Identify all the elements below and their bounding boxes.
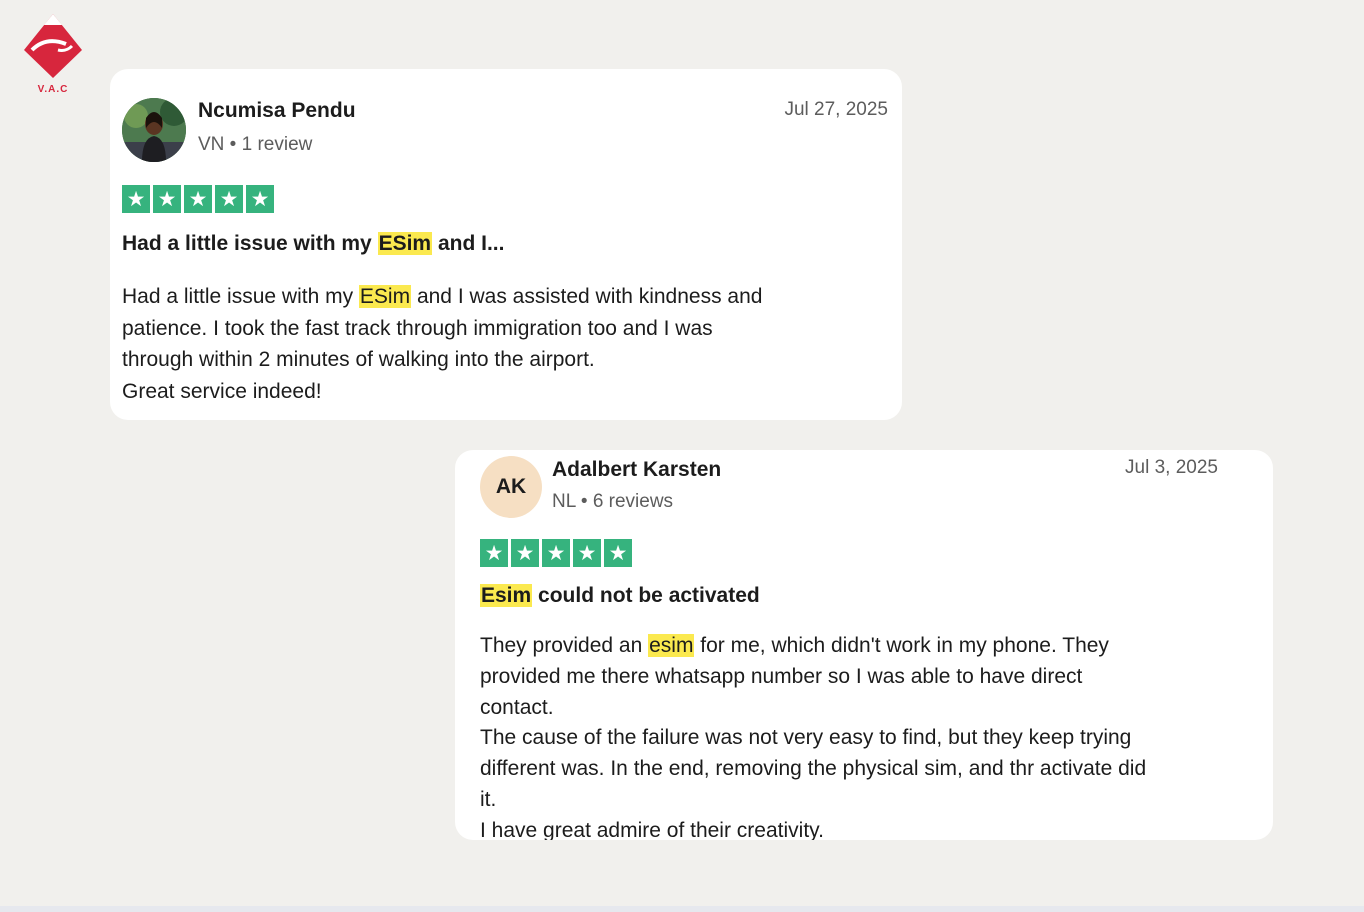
reviewer-country: VN — [198, 134, 225, 155]
title-text: and I... — [432, 232, 505, 255]
body-line: different was. In the end, removing the … — [480, 757, 1147, 781]
review-count: 6 reviews — [592, 491, 674, 512]
body-line: Had a little issue with my ESim and I wa… — [122, 281, 882, 313]
star-icon: ★ — [215, 185, 243, 213]
body-line: Great service indeed! — [122, 379, 322, 403]
star-icon: ★ — [184, 185, 212, 213]
avatar[interactable] — [122, 98, 186, 162]
star-icon: ★ — [153, 185, 181, 213]
star-icon: ★ — [246, 185, 274, 213]
keyword-highlight: ESim — [377, 232, 433, 255]
body-line: contact. — [480, 695, 554, 719]
body-line: it. — [480, 787, 497, 811]
body-text: for me, which didn't work in my phone. T… — [694, 634, 1109, 657]
reviewer-name[interactable]: Ncumisa Pendu — [198, 99, 356, 123]
reviewer-meta: VN • 1 review — [198, 134, 313, 155]
review-card: AK Adalbert Karsten NL • 6 reviews Jul 3… — [455, 450, 1273, 840]
star-icon: ★ — [542, 539, 570, 567]
star-icon: ★ — [511, 539, 539, 567]
star-rating: ★ ★ ★ ★ ★ — [480, 539, 632, 567]
reviewer-country: NL — [552, 491, 576, 512]
review-title[interactable]: Esim could not be activated — [480, 584, 760, 608]
body-text: They provided an — [480, 634, 649, 657]
keyword-highlight: ESim — [358, 285, 412, 308]
body-line: provided me there whatsapp number so I w… — [480, 664, 1083, 688]
body-line: through within 2 minutes of walking into… — [122, 348, 595, 371]
star-icon: ★ — [480, 539, 508, 567]
body-line: patience. I took the fast track through … — [122, 316, 713, 340]
bottom-strip — [0, 906, 1364, 912]
keyword-highlight: esim — [648, 634, 695, 657]
star-icon: ★ — [573, 539, 601, 567]
avatar-photo-icon — [122, 98, 186, 162]
review-count: 1 review — [241, 134, 313, 155]
review-date: Jul 27, 2025 — [784, 99, 888, 120]
body-line: The cause of the failure was not very ea… — [480, 726, 1132, 750]
body-line: I have great admire of their creativity. — [480, 818, 824, 840]
title-text: could not be activated — [532, 584, 760, 607]
body-text: and I was assisted with kindness and — [411, 285, 763, 308]
review-title[interactable]: Had a little issue with my ESim and I... — [122, 232, 504, 256]
review-card: Ncumisa Pendu VN • 1 review Jul 27, 2025… — [110, 69, 902, 420]
star-icon: ★ — [122, 185, 150, 213]
reviewer-name[interactable]: Adalbert Karsten — [552, 458, 721, 482]
vac-logo-icon — [24, 14, 82, 78]
keyword-highlight: Esim — [480, 584, 533, 607]
review-date: Jul 3, 2025 — [1125, 457, 1218, 478]
star-rating: ★ ★ ★ ★ ★ — [122, 185, 274, 213]
body-line: They provided an esim for me, which didn… — [480, 631, 1240, 662]
reviewer-meta: NL • 6 reviews — [552, 491, 674, 512]
review-body: Had a little issue with my ESim and I wa… — [122, 281, 882, 407]
logo-text: V.A.C — [37, 84, 69, 95]
review-body: They provided an esim for me, which didn… — [480, 631, 1240, 840]
body-text: Had a little issue with my — [122, 285, 359, 308]
vac-logo[interactable]: V.A.C — [22, 12, 84, 98]
avatar-initials[interactable]: AK — [480, 456, 542, 518]
title-text: Had a little issue with my — [122, 232, 378, 255]
star-icon: ★ — [604, 539, 632, 567]
